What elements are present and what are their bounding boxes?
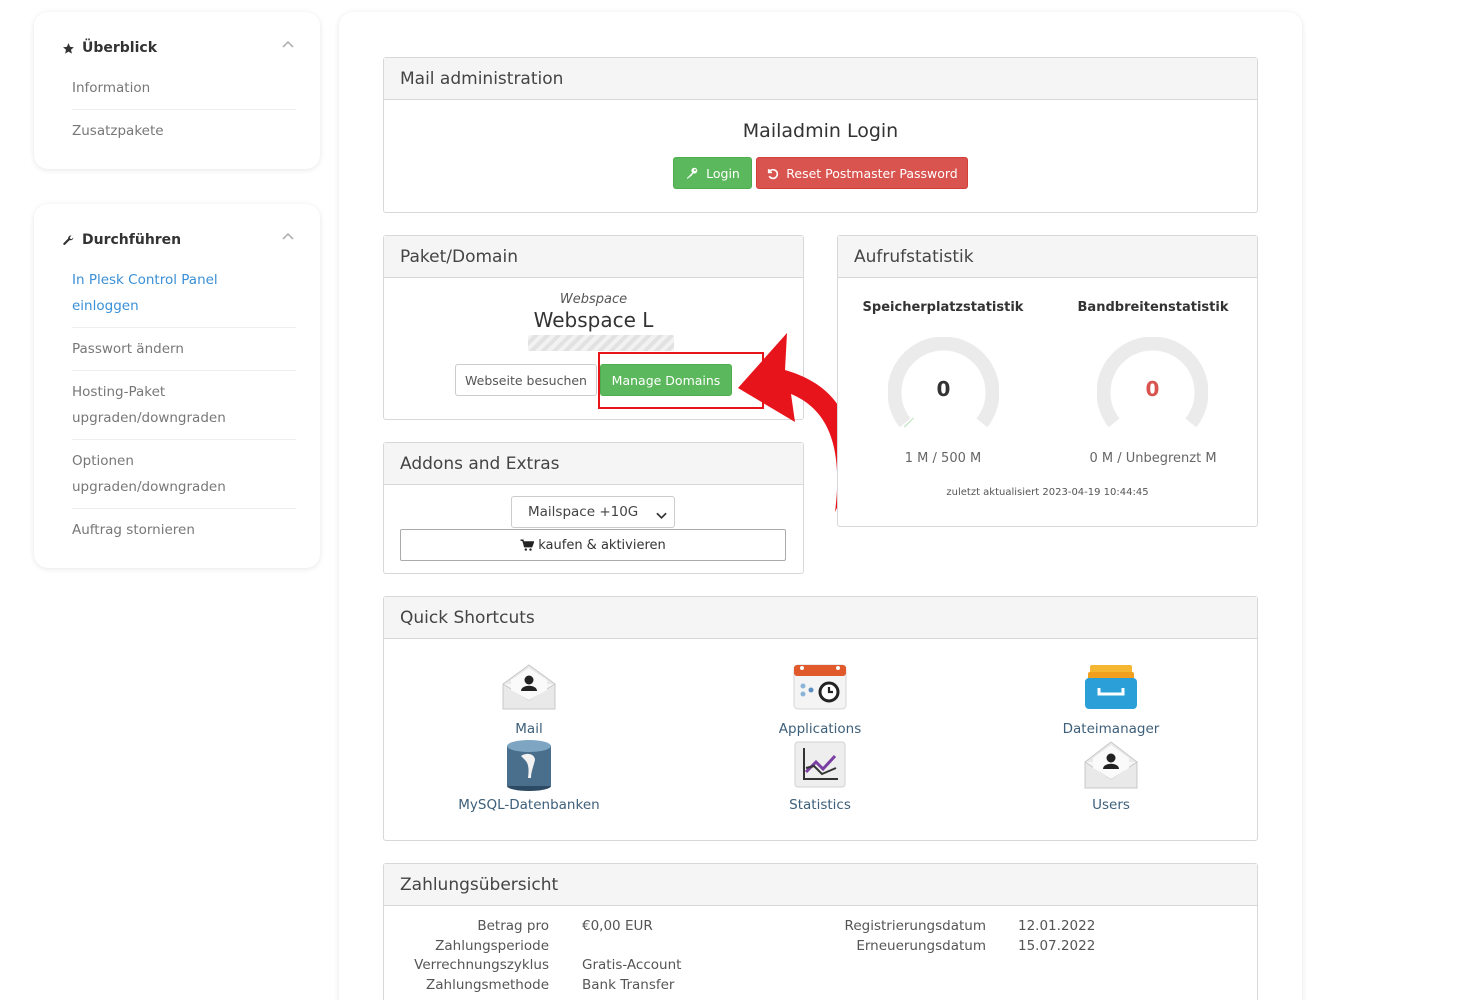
addon-select[interactable]: Mailspace +10G — [511, 496, 675, 528]
sidebar-item-label: Passwort ändern — [72, 341, 184, 357]
sidebar-item-label: Auftrag stornieren — [72, 522, 195, 538]
mail-admin-title: Mail administration — [384, 58, 1257, 100]
mail-admin-panel: Mail administration Mailadmin Login — [383, 57, 1258, 213]
payment-title: Zahlungsübersicht — [384, 864, 1257, 906]
visit-website-button[interactable]: Webseite besuchen — [455, 364, 597, 396]
sidebar-overview-header[interactable]: Überblick — [61, 40, 294, 56]
chevron-down-icon — [656, 508, 667, 524]
sidebar-actions-title: Durchführen — [82, 232, 182, 248]
wrench-icon — [61, 233, 75, 247]
buy-activate-button[interactable]: kaufen & aktivieren — [400, 529, 786, 561]
sidebar-item-information[interactable]: Information — [72, 75, 296, 110]
payment-left-labels: Betrag pro Zahlungsperiode Verrechnungsz… — [383, 917, 549, 995]
blurred-domain-placeholder — [528, 335, 674, 351]
payment-label: Verrechnungszyklus — [414, 957, 549, 973]
bandwidth-usage: 0 M / Unbegrenzt M — [1089, 451, 1217, 466]
storage-usage: 1 M / 500 M — [904, 451, 982, 466]
storage-value: 0 — [936, 377, 951, 401]
payment-right-values: 12.01.2022 15.07.2022 — [1018, 917, 1168, 956]
addons-title: Addons and Extras — [384, 443, 803, 485]
sidebar-overview-list: Information Zusatzpakete — [72, 75, 296, 144]
payment-value: 12.01.2022 — [1018, 918, 1096, 934]
shortcut-label: Applications — [778, 721, 862, 737]
reset-button-label: Reset Postmaster Password — [786, 165, 958, 181]
payment-label: Erneuerungsdatum — [856, 937, 986, 954]
key-icon — [685, 166, 699, 180]
shortcut-statistics[interactable]: Statistics — [720, 738, 920, 813]
chevron-up-icon[interactable] — [282, 37, 294, 52]
sidebar-item-change-options[interactable]: Optionen upgraden/downgraden — [72, 440, 296, 509]
buy-activate-label: kaufen & aktivieren — [538, 537, 666, 553]
users-icon — [1084, 741, 1138, 789]
undo-icon — [766, 167, 779, 180]
payment-label: Registrierungsdatum — [844, 918, 986, 934]
payment-label: Zahlungsperiode — [435, 937, 549, 954]
payment-value: €0,00 EUR — [582, 918, 653, 934]
shortcut-users[interactable]: Users — [1011, 738, 1211, 813]
login-button[interactable]: Login — [673, 157, 752, 189]
statistics-icon — [794, 741, 846, 788]
shortcut-label: Statistics — [789, 797, 851, 813]
sidebar-actions-header[interactable]: Durchführen — [61, 232, 294, 248]
shortcut-applications[interactable]: Applications — [720, 662, 920, 737]
bandwidth-stat-title: Bandbreitenstatistik — [1077, 300, 1229, 315]
sidebar-item-plesk-login[interactable]: In Plesk Control Panel einloggen — [72, 267, 296, 328]
sidebar-item-label: Optionen — [72, 453, 134, 469]
sidebar-item-cancel-order[interactable]: Auftrag stornieren — [72, 509, 296, 543]
shortcuts-title: Quick Shortcuts — [384, 597, 1257, 639]
statistics-panel: Aufrufstatistik Speicherplatzstatistik B… — [837, 235, 1258, 527]
applications-icon — [793, 664, 847, 710]
shortcut-label: Dateimanager — [1062, 721, 1160, 737]
sidebar-actions-card: Durchführen In Plesk Control Panel einlo… — [34, 204, 320, 568]
mail-icon — [502, 664, 556, 710]
cart-icon — [520, 539, 535, 552]
shortcut-mysql[interactable]: MySQL-Datenbanken — [429, 738, 629, 813]
sidebar-item-label: Hosting-Paket — [72, 384, 166, 400]
payment-value: 15.07.2022 — [1018, 937, 1096, 954]
package-title: Paket/Domain — [384, 236, 803, 278]
sidebar-actions-list: In Plesk Control Panel einloggen Passwor… — [72, 267, 296, 543]
sidebar-overview-card: Überblick Information Zusatzpakete — [34, 12, 320, 169]
sidebar-item-label: upgraden/downgraden — [72, 479, 226, 495]
shortcut-mail[interactable]: Mail — [429, 662, 629, 737]
addon-select-value: Mailspace +10G — [528, 504, 639, 520]
payment-left-values: €0,00 EUR Gratis-Account Bank Transfer — [582, 917, 782, 995]
payment-value: Bank Transfer — [582, 976, 675, 993]
statistics-updated: zuletzt aktualisiert 2023-04-19 10:44:45 — [946, 487, 1149, 498]
shortcut-label: MySQL-Datenbanken — [458, 797, 600, 813]
sidebar-item-label: In Plesk Control Panel — [72, 272, 218, 288]
reset-postmaster-password-button[interactable]: Reset Postmaster Password — [756, 157, 968, 189]
sidebar-item-label: einloggen — [72, 298, 139, 314]
package-type-label: Webspace — [559, 292, 628, 307]
shortcut-file-manager[interactable]: Dateimanager — [1011, 662, 1211, 737]
sidebar-item-label: upgraden/downgraden — [72, 410, 226, 426]
bandwidth-value: 0 — [1145, 377, 1160, 401]
sidebar-overview-title: Überblick — [82, 40, 158, 56]
payment-value — [582, 937, 782, 957]
storage-stat-title: Speicherplatzstatistik — [862, 300, 1024, 315]
file-manager-icon — [1085, 665, 1137, 709]
star-icon — [61, 41, 75, 55]
database-icon — [507, 740, 551, 791]
sidebar-item-change-password[interactable]: Passwort ändern — [72, 328, 296, 371]
chevron-up-icon[interactable] — [282, 229, 294, 244]
mail-admin-heading: Mailadmin Login — [742, 120, 899, 142]
sidebar-item-addons[interactable]: Zusatzpakete — [72, 110, 296, 144]
shortcut-label: Mail — [515, 721, 543, 737]
payment-label: Zahlungsmethode — [426, 976, 549, 993]
payment-right-labels: Registrierungsdatum Erneuerungsdatum — [836, 917, 986, 956]
payment-value: Gratis-Account — [582, 957, 682, 973]
login-button-label: Login — [706, 165, 740, 181]
payment-label: Betrag pro — [477, 918, 549, 934]
shortcut-label: Users — [1092, 797, 1130, 813]
package-name: Webspace L — [533, 308, 654, 332]
statistics-title: Aufrufstatistik — [838, 236, 1257, 278]
sidebar-item-change-package[interactable]: Hosting-Paket upgraden/downgraden — [72, 371, 296, 440]
